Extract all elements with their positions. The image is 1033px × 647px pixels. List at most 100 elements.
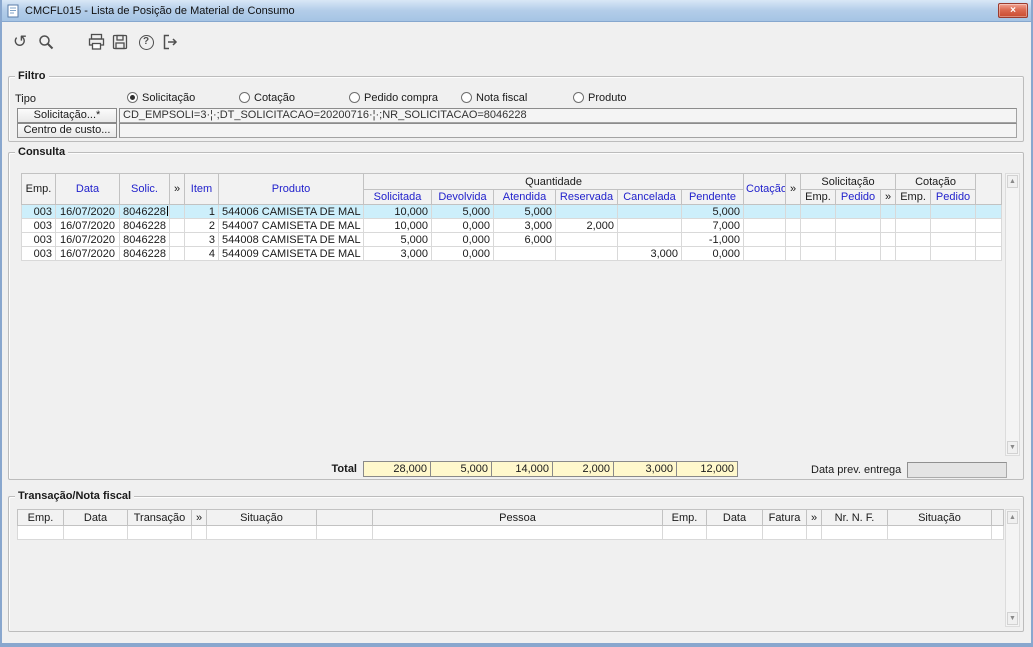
table-row[interactable]: 003 16/07/2020 8046228 3 544008 CAMISETA DE … — [21, 232, 1003, 247]
t-col-header-data2[interactable]: Data — [706, 509, 763, 526]
t-col-header-situacao2[interactable]: Situação — [887, 509, 992, 526]
exit-icon[interactable] — [158, 30, 182, 54]
cell[interactable]: 1 — [184, 204, 219, 219]
cell[interactable] — [662, 525, 707, 540]
cell[interactable] — [169, 218, 185, 233]
col-header-solic[interactable]: Solic. — [119, 173, 170, 205]
search-icon[interactable] — [34, 30, 58, 54]
col-header-item[interactable]: Item — [184, 173, 219, 205]
cell[interactable] — [800, 204, 837, 219]
solicitacao-filter-value[interactable]: CD_EMPSOLI=3·¦·;DT_SOLICITACAO=20200716·… — [119, 108, 1017, 123]
radio-solicitacao[interactable]: Solicitação — [127, 91, 195, 104]
col-header-cot-emp[interactable]: Emp. — [895, 189, 932, 205]
cell[interactable] — [895, 204, 932, 219]
t-col-header-situacao[interactable]: Situação — [206, 509, 317, 526]
cell[interactable] — [835, 218, 882, 233]
cell[interactable]: 544008 CAMISETA DE MAL — [218, 232, 364, 247]
cell[interactable]: -1,000 — [680, 232, 745, 247]
cell[interactable]: 8046228 — [119, 246, 170, 261]
cell[interactable]: 4 — [184, 246, 219, 261]
cell[interactable] — [930, 232, 977, 247]
cell[interactable] — [880, 218, 897, 233]
cell[interactable]: 2 — [184, 218, 219, 233]
col-header-chevron-icon[interactable]: » — [169, 173, 185, 205]
cell[interactable]: 6,000 — [493, 232, 556, 247]
col-header-devolvida[interactable]: Devolvida — [431, 189, 494, 205]
cell[interactable] — [930, 218, 977, 233]
solicitacao-filter-button[interactable]: Solicitação...* — [17, 108, 117, 123]
cell[interactable] — [555, 232, 618, 247]
cell[interactable] — [880, 204, 897, 219]
scroll-down-icon[interactable]: ▼ — [1007, 612, 1018, 625]
cell[interactable]: 0,000 — [431, 232, 494, 247]
col-header-cotacao[interactable]: Cotação — [743, 173, 787, 205]
col-header-reservada[interactable]: Reservada — [555, 189, 618, 205]
scroll-up-icon[interactable]: ▲ — [1007, 175, 1018, 188]
cell[interactable]: 544009 CAMISETA DE MAL — [218, 246, 364, 261]
cell[interactable]: 16/07/2020 — [55, 204, 120, 219]
table-row[interactable] — [17, 525, 1004, 540]
cell[interactable]: 0,000 — [431, 246, 494, 261]
cell[interactable] — [743, 218, 787, 233]
radio-produto[interactable]: Produto — [573, 91, 627, 104]
cell[interactable] — [880, 232, 897, 247]
col-header-produto[interactable]: Produto — [218, 173, 364, 205]
cell[interactable]: 10,000 — [363, 204, 432, 219]
col-header-sol-pedido[interactable]: Pedido — [835, 189, 882, 205]
cell[interactable] — [895, 246, 932, 261]
t-col-header-blank[interactable] — [316, 509, 373, 526]
cell[interactable] — [17, 525, 64, 540]
table-row[interactable]: 003 16/07/2020 8046228 2 544007 CAMISETA DE … — [21, 218, 1003, 233]
cell[interactable]: 5,000 — [363, 232, 432, 247]
cell[interactable] — [785, 246, 802, 261]
cell[interactable] — [316, 525, 373, 540]
cell[interactable] — [800, 232, 837, 247]
cell[interactable]: 003 — [21, 246, 56, 261]
table-row[interactable]: 003 16/07/2020 8046228 4 544009 CAMISETA DE … — [21, 246, 1003, 261]
t-col-header-data[interactable]: Data — [63, 509, 128, 526]
col-header-emp[interactable]: Emp. — [21, 173, 56, 205]
col-header-sol-emp[interactable]: Emp. — [800, 189, 837, 205]
cell[interactable]: 8046228 — [119, 218, 170, 233]
cell[interactable] — [743, 204, 787, 219]
t-col-header-emp[interactable]: Emp. — [17, 509, 64, 526]
cell[interactable] — [821, 525, 888, 540]
cell[interactable]: 0,000 — [431, 218, 494, 233]
table-row[interactable]: 003 16/07/2020 8046228 1 544006 CAMISETA DE … — [21, 204, 1003, 219]
col-header-chevron-icon[interactable]: » — [880, 189, 897, 205]
cell[interactable]: 8046228 — [119, 232, 170, 247]
cell[interactable] — [762, 525, 807, 540]
cell[interactable]: 5,000 — [680, 204, 745, 219]
cell[interactable] — [617, 204, 682, 219]
vertical-scrollbar[interactable]: ▲ ▼ — [1005, 509, 1020, 627]
cell[interactable] — [206, 525, 317, 540]
cell[interactable] — [930, 246, 977, 261]
t-col-header-transacao[interactable]: Transação — [127, 509, 192, 526]
cell[interactable]: 3,000 — [617, 246, 682, 261]
cell[interactable]: 2,000 — [555, 218, 618, 233]
save-icon[interactable] — [108, 30, 132, 54]
t-col-header-emp2[interactable]: Emp. — [662, 509, 707, 526]
cell[interactable]: 8046228 — [119, 204, 170, 219]
vertical-scrollbar[interactable]: ▲ ▼ — [1005, 173, 1020, 456]
cell[interactable] — [800, 218, 837, 233]
cell[interactable]: 544007 CAMISETA DE MAL — [218, 218, 364, 233]
col-header-chevron-icon[interactable]: » — [785, 173, 802, 205]
cell[interactable]: 3 — [184, 232, 219, 247]
cell[interactable] — [785, 204, 802, 219]
print-icon[interactable] — [84, 30, 108, 54]
t-col-header-chevron-icon[interactable]: » — [806, 509, 822, 526]
data-prev-entrega-field[interactable] — [907, 462, 1007, 478]
cell[interactable]: 003 — [21, 232, 56, 247]
cell[interactable] — [800, 246, 837, 261]
t-col-header-nrnf[interactable]: Nr. N. F. — [821, 509, 888, 526]
cell[interactable] — [617, 218, 682, 233]
cell[interactable]: 16/07/2020 — [55, 246, 120, 261]
centro-custo-value[interactable] — [119, 123, 1017, 138]
cell[interactable] — [880, 246, 897, 261]
close-button[interactable]: × — [998, 3, 1028, 18]
help-icon[interactable]: ? — [134, 30, 158, 54]
cell[interactable] — [169, 232, 185, 247]
radio-cotacao[interactable]: Cotação — [239, 91, 295, 104]
radio-pedido-compra[interactable]: Pedido compra — [349, 91, 438, 104]
